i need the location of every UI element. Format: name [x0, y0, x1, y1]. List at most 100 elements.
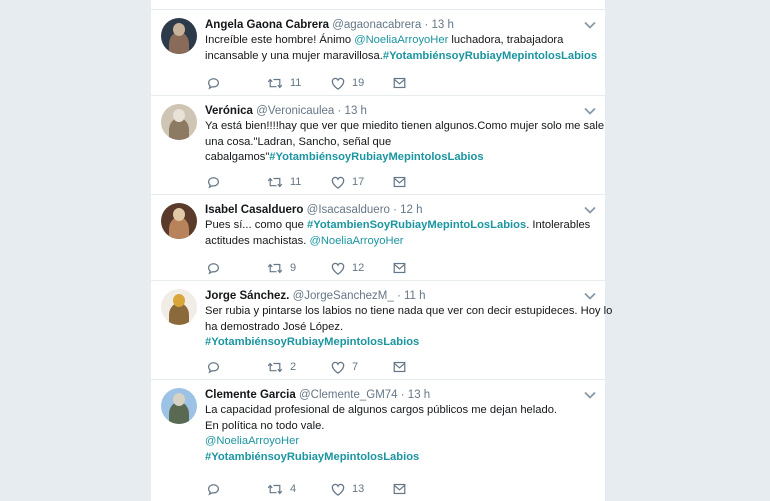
tweet-time[interactable]: · 13 h	[338, 105, 367, 117]
text-segment: Ya está bien!!!!hay que ver que miedito …	[205, 120, 605, 132]
like-button[interactable]: 17	[331, 174, 364, 190]
tweet-time[interactable]: · 12 h	[393, 204, 422, 216]
reply-button[interactable]	[207, 260, 220, 276]
message-button[interactable]	[393, 174, 406, 190]
chevron-down-icon[interactable]	[583, 104, 597, 116]
retweet-button[interactable]: 4	[267, 481, 296, 497]
text-segment: Ser rubia y pintarse los labios no tiene…	[205, 305, 613, 317]
mention-link[interactable]: @NoeliaArroyoHer	[309, 235, 403, 247]
retweet-button[interactable]: 9	[267, 260, 296, 276]
chevron-down-icon[interactable]	[583, 388, 597, 400]
like-button[interactable]: 12	[331, 260, 364, 276]
reply-button[interactable]	[207, 174, 220, 190]
tweet-card[interactable]: Isabel Casalduero @Isacasalduero · 12 hP…	[151, 194, 607, 280]
user-handle[interactable]: @Veronicaulea	[256, 105, 334, 117]
user-handle[interactable]: @Clemente_GM74	[299, 389, 398, 401]
chevron-down-icon[interactable]	[583, 289, 597, 301]
reply-icon	[207, 176, 220, 189]
message-button[interactable]	[393, 75, 406, 91]
chevron-down-icon[interactable]	[583, 203, 597, 215]
user-handle[interactable]: @agaonacabrera	[332, 19, 421, 31]
user-name[interactable]: Angela Gaona Cabrera	[205, 19, 329, 31]
text-segment: Pues sí... como que	[205, 219, 307, 231]
likes-count: 12	[352, 262, 365, 274]
tweet-header: Isabel Casalduero @Isacasalduero · 12 h	[205, 202, 423, 218]
hashtag-link[interactable]: #YotambiénsoyRubiayMepintolosLabios	[383, 50, 597, 62]
message-button[interactable]	[393, 260, 406, 276]
chevron-down-icon[interactable]	[583, 18, 597, 30]
message-button[interactable]	[393, 481, 406, 497]
reply-icon	[207, 262, 220, 275]
message-button[interactable]	[393, 359, 406, 375]
text-segment: luchadora, trabajadora	[448, 34, 564, 46]
reply-button[interactable]	[207, 75, 220, 91]
retweet-button[interactable]: 2	[267, 359, 296, 375]
hashtag-link[interactable]: #YotambiénsoyRubiayMepintolosLabios	[205, 451, 419, 463]
likes-count: 17	[352, 176, 365, 188]
reply-button[interactable]	[207, 359, 220, 375]
tweet-time[interactable]: · 13 h	[424, 19, 453, 31]
retweet-icon	[267, 361, 283, 374]
tweet-card[interactable]: Jorge Sánchez. @JorgeSanchezM_ · 11 h Ser…	[151, 280, 612, 379]
user-name[interactable]: Isabel Casalduero	[205, 204, 303, 216]
user-name[interactable]: Clemente Garcia	[205, 389, 296, 401]
user-name[interactable]: Verónica	[205, 105, 253, 117]
tweet-line: En política no todo vale.	[205, 419, 590, 435]
tweet-card[interactable]: Clemente Garcia @Clemente_GM74 · 13 h La …	[151, 379, 607, 501]
tweet-actions: 9 12	[207, 260, 507, 276]
hashtag-link[interactable]: #YotambiénsoyRubiayMepintolosLabios	[269, 151, 483, 163]
text-segment: cabalgamos"	[205, 151, 270, 163]
user-handle[interactable]: @Isacasalduero	[307, 204, 390, 216]
tweet-time[interactable]: · 13 h	[401, 389, 430, 401]
text-segment: En política no todo vale.	[205, 419, 325, 432]
tweet-card[interactable]: Verónica @Veronicaulea · 13 h Ya está bie…	[151, 95, 607, 194]
tweet-line: actitudes machistas. @NoeliaArroyoHer	[205, 234, 590, 250]
tweet-text: Ser rubia y pintarse los labios no tiene…	[205, 304, 612, 351]
like-button[interactable]: 7	[331, 359, 358, 375]
like-button[interactable]: 13	[331, 481, 364, 497]
avatar[interactable]	[161, 18, 197, 54]
tweet-time[interactable]: · 11 h	[397, 290, 426, 302]
retweet-button[interactable]: 11	[267, 174, 301, 190]
tweet-line: una cosa."Ladran, Sancho, señal que	[205, 135, 590, 151]
reply-button[interactable]	[207, 481, 220, 497]
avatar[interactable]	[161, 388, 197, 424]
text-segment: Increíble este hombre! Ánimo	[205, 34, 355, 46]
avatar[interactable]	[161, 289, 197, 325]
tweet-line: Pues sí... como que #YotambienSoyRubiayM…	[205, 218, 590, 234]
tweet-header: Jorge Sánchez. @JorgeSanchezM_ · 11 h	[205, 288, 426, 304]
text-segment: La capacidad profesional de algunos carg…	[205, 404, 558, 416]
user-name[interactable]: Jorge Sánchez.	[205, 290, 289, 302]
tweet-line: @NoeliaArroyoHer	[205, 434, 590, 450]
tweet-header: Clemente Garcia @Clemente_GM74 · 13 h	[205, 387, 430, 403]
retweet-button[interactable]: 11	[267, 75, 301, 91]
hashtag-link[interactable]: #YotambienSoyRubiayMepintoLosLabios	[307, 219, 526, 231]
retweet-icon	[267, 483, 283, 496]
hashtag-link[interactable]: #YotambiénsoyRubiayMepintolosLabios	[205, 336, 419, 348]
tweet-line: Increíble este hombre! Ánimo @NoeliaArro…	[205, 33, 590, 49]
tweet-line: ha demostrado José López.	[205, 320, 590, 336]
retweets-count: 2	[290, 361, 297, 373]
mention-link[interactable]: @NoeliaArroyoHer	[354, 34, 448, 46]
likes-count: 13	[352, 483, 365, 495]
avatar[interactable]	[161, 203, 197, 239]
envelope-icon	[393, 483, 406, 495]
text-segment: . Intolerables	[526, 219, 591, 231]
likes-count: 19	[352, 77, 365, 89]
heart-icon	[331, 77, 345, 90]
like-button[interactable]: 19	[331, 75, 364, 91]
retweets-count: 9	[290, 262, 297, 274]
envelope-icon	[393, 176, 406, 188]
envelope-icon	[393, 262, 406, 274]
text-segment: actitudes machistas.	[205, 234, 310, 247]
user-handle[interactable]: @JorgeSanchezM_	[293, 290, 394, 302]
tweet-text: Increíble este hombre! Ánimo @NoeliaArro…	[205, 33, 597, 64]
envelope-icon	[393, 361, 406, 373]
tweet-card[interactable]: Angela Gaona Cabrera @agaonacabrera · 13…	[151, 9, 607, 95]
text-segment: ha demostrado José López.	[205, 320, 344, 333]
avatar[interactable]	[161, 104, 197, 140]
mention-link[interactable]: @NoeliaArroyoHer	[205, 435, 299, 447]
tweet-timeline: Angela Gaona Cabrera @agaonacabrera · 13…	[150, 0, 612, 501]
tweet-line: Ser rubia y pintarse los labios no tiene…	[205, 304, 612, 320]
reply-icon	[207, 483, 220, 496]
